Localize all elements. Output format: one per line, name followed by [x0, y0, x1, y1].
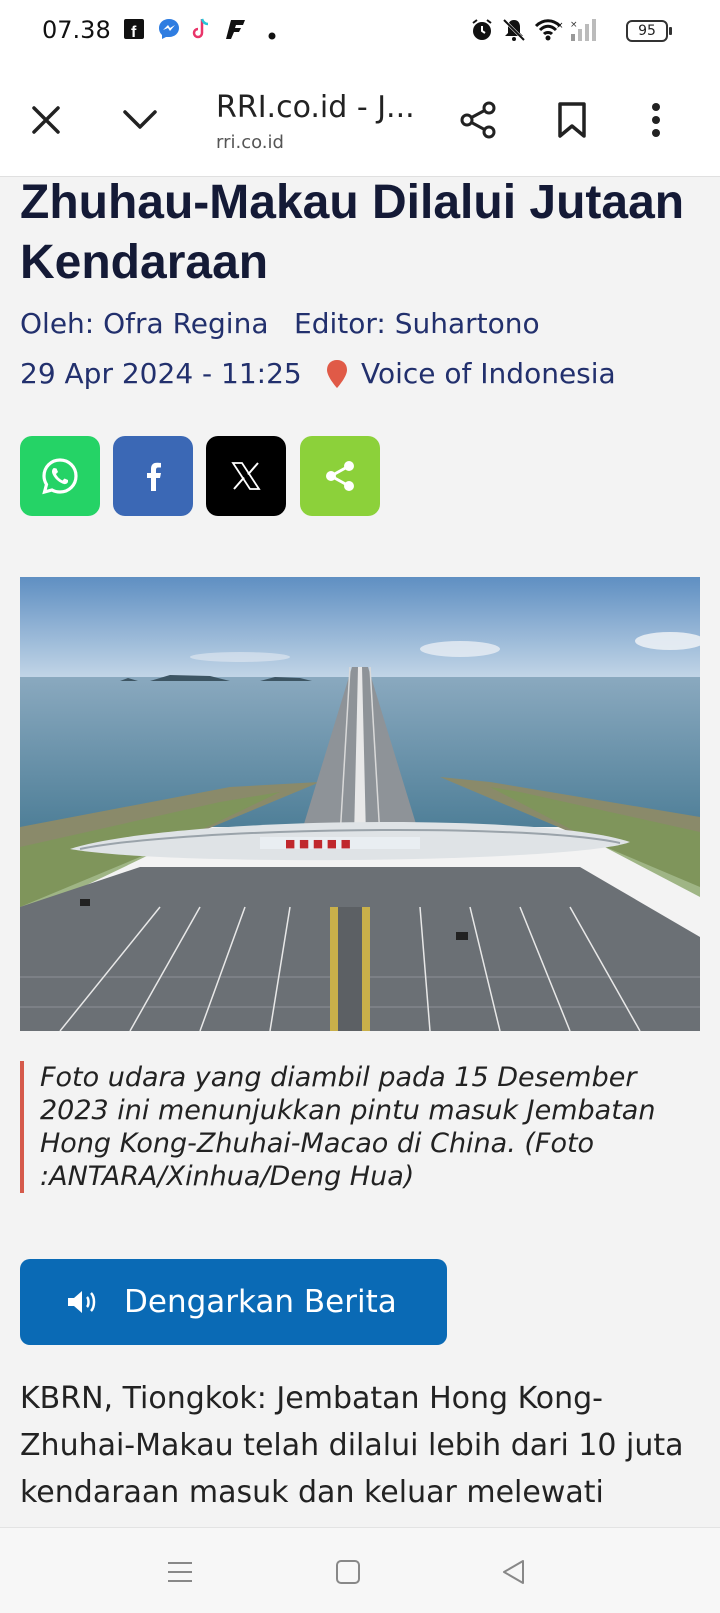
whatsapp-share-button[interactable] [20, 436, 100, 516]
messenger-icon [158, 18, 180, 45]
article-photo[interactable]: ■ ■ ■ ■ ■ [20, 577, 700, 1031]
article-location[interactable]: Voice of Indonesia [361, 357, 616, 390]
location-pin-icon [326, 359, 348, 394]
back-triangle-icon [503, 1560, 524, 1584]
chevron-down-icon [123, 110, 157, 129]
share-button[interactable] [452, 94, 504, 146]
generic-share-button[interactable] [300, 436, 380, 516]
x-share-button[interactable] [206, 436, 286, 516]
listen-news-button[interactable]: Dengarkan Berita [20, 1259, 447, 1345]
bookmark-button[interactable] [546, 94, 598, 146]
dot-icon [268, 27, 276, 45]
article-content: Zhuhau-Makau Dilalui Jutaan Kendaraan Ol… [0, 177, 720, 1527]
battery-icon: 95 [626, 20, 672, 42]
close-button[interactable] [20, 94, 72, 146]
article-headline: Zhuhau-Makau Dilalui Jutaan Kendaraan [20, 177, 685, 289]
facebook-f-icon [147, 462, 161, 491]
home-square-icon [336, 1560, 360, 1584]
photo-caption: Foto udara yang diambil pada 15 Desember… [20, 1061, 700, 1193]
share-icon [326, 461, 354, 491]
svg-text:■ ■ ■ ■ ■: ■ ■ ■ ■ ■ [285, 837, 351, 850]
x-logo-icon [231, 462, 261, 490]
bookmark-icon [558, 102, 586, 138]
alarm-icon [470, 18, 494, 47]
status-time: 07.38 [42, 16, 111, 44]
page-title: RRI.co.id - J... [216, 90, 415, 125]
home-button[interactable] [326, 1550, 370, 1594]
share-icon [460, 101, 496, 139]
speaker-icon [66, 1288, 100, 1316]
back-button[interactable] [492, 1550, 536, 1594]
mute-icon [502, 18, 526, 47]
status-bar: 07.38 f × × 95 [0, 0, 720, 64]
article-body: KBRN, Tiongkok: Jembatan Hong Kong-Zhuha… [20, 1381, 684, 1510]
signal-icon: × [570, 18, 598, 47]
browser-toolbar: RRI.co.id - J... rri.co.id [0, 64, 720, 177]
system-nav-bar [0, 1527, 720, 1613]
menu-icon [168, 1562, 192, 1582]
app-f-icon [225, 18, 247, 45]
article-editor[interactable]: Editor: Suhartono [294, 307, 540, 340]
facebook-share-button[interactable] [113, 436, 193, 516]
svg-text:×: × [570, 20, 578, 30]
article-author[interactable]: Oleh: Ofra Regina [20, 307, 268, 340]
tiktok-icon [191, 18, 211, 45]
more-button[interactable] [630, 94, 682, 146]
recent-apps-button[interactable] [158, 1550, 202, 1594]
whatsapp-icon [42, 458, 78, 495]
article-date: 29 Apr 2024 - 11:25 [20, 357, 302, 390]
facebook-icon: f [124, 18, 144, 45]
close-icon [32, 106, 60, 134]
more-vert-icon [652, 103, 660, 137]
wifi-icon: × [534, 18, 564, 47]
svg-text:×: × [556, 21, 564, 31]
collapse-button[interactable] [114, 94, 166, 146]
svg-text:f: f [131, 24, 137, 40]
listen-news-label: Dengarkan Berita [124, 1284, 397, 1320]
page-url: rri.co.id [216, 132, 284, 153]
